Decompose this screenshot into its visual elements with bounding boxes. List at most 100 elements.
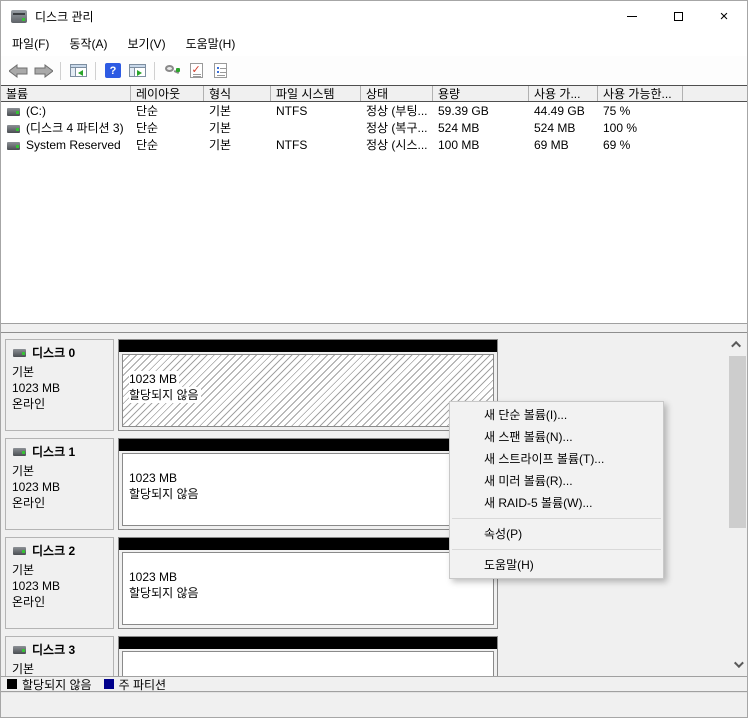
menu-item-new-spanned-volume[interactable]: 새 스팬 볼륨(N)... [450,426,663,448]
menu-item-new-simple-volume[interactable]: 새 단순 볼륨(I)... [450,404,663,426]
disk-management-window: 디스크 관리 × 파일(F) 동작(A) 보기(V) 도움말(H) ? ✓ 볼륨… [0,0,748,718]
disk-3-label-panel[interactable]: 디스크 3 기본 [5,636,114,676]
forward-button[interactable] [31,60,55,82]
column-layout[interactable]: 레이아웃 [131,86,204,101]
column-volume[interactable]: 볼륨 [1,86,131,101]
scrollbar-thumb[interactable] [729,356,746,528]
volume-name: System Reserved [26,138,121,152]
column-filesystem[interactable]: 파일 시스템 [271,86,361,101]
export-list-button[interactable] [208,60,232,82]
volume-status: 정상 (부팅... [366,104,428,118]
partition-size: 1023 MB [129,570,178,584]
menu-view[interactable]: 보기(V) [117,31,175,56]
column-percent-free[interactable]: 사용 가능한... [598,86,683,101]
menu-item-new-mirrored-volume[interactable]: 새 미러 볼륨(R)... [450,470,663,492]
disk-icon [13,546,26,555]
column-filler [683,86,747,101]
partition-size: 1023 MB [129,471,178,485]
menu-item-new-raid5-volume[interactable]: 새 RAID-5 볼륨(W)... [450,492,663,514]
back-button[interactable] [7,60,31,82]
menu-item-help[interactable]: 도움말(H) [450,554,663,576]
menu-item-new-striped-volume[interactable]: 새 스트라이프 볼륨(T)... [450,448,663,470]
toolbar-separator [154,61,155,80]
partition-body-selected[interactable]: 1023 MB 할당되지 않음 [122,354,494,427]
disk-size: 1023 MB [12,381,61,395]
partition-body[interactable]: 1023 MB 할당되지 않음 [122,453,494,526]
back-icon [9,63,28,78]
forward-icon [34,63,53,78]
list-document-icon [213,63,227,78]
toolbar-separator [95,61,96,80]
menu-item-properties[interactable]: 속성(P) [450,523,663,545]
volume-filesystem [271,120,361,137]
volume-name: (디스크 4 파티션 3) [26,121,124,135]
show-console-tree-button[interactable] [66,60,90,82]
partition-body[interactable]: 1023 MB 할당되지 않음 [122,552,494,625]
check-document-icon: ✓ [189,63,203,78]
disk-status: 온라인 [12,496,46,510]
context-menu: 새 단순 볼륨(I)... 새 스팬 볼륨(N)... 새 스트라이프 볼륨(T… [449,401,664,579]
disk-name: 디스크 0 [32,346,76,360]
help-button[interactable]: ? [101,60,125,82]
volume-name: (C:) [26,104,46,118]
properties-button[interactable]: ✓ [184,60,208,82]
menu-file[interactable]: 파일(F) [2,31,59,56]
partition-label: 할당되지 않음 [129,487,199,501]
disk-2-partition[interactable]: 1023 MB 할당되지 않음 [118,537,498,629]
disk-icon [13,447,26,456]
show-action-pane-button[interactable] [125,60,149,82]
scroll-up-button[interactable] [729,336,746,353]
volume-layout: 단순 [136,121,159,135]
unallocated-band [119,637,497,649]
partition-label: 할당되지 않음 [129,387,201,403]
disk-3-partition[interactable] [118,636,498,676]
disk-1-label-panel[interactable]: 디스크 1 기본 1023 MB 온라인 [5,438,114,530]
volume-free: 524 MB [534,121,576,135]
disk-1-partition[interactable]: 1023 MB 할당되지 않음 [118,438,498,530]
table-row[interactable]: System Reserved 단순 기본 NTFS 정상 (시스... 100… [1,137,747,154]
table-row[interactable]: (디스크 4 파티션 3) 단순 기본 정상 (복구... 524 MB 524… [1,120,747,137]
column-type[interactable]: 형식 [204,86,271,101]
statusbar [1,692,747,717]
disk-2-label-panel[interactable]: 디스크 2 기본 1023 MB 온라인 [5,537,114,629]
volume-filesystem: NTFS [276,104,308,118]
legend-bar: 할당되지 않음 주 파티션 [1,676,747,692]
disk-icon [13,348,26,357]
refresh-button[interactable] [160,60,184,82]
volume-type: 기본 [209,138,232,152]
disk-name: 디스크 1 [32,445,76,459]
close-button[interactable]: × [701,1,747,31]
volume-type: 기본 [209,104,232,118]
disk-0-label-panel[interactable]: 디스크 0 기본 1023 MB 온라인 [5,339,114,431]
caption-buttons: × [609,1,747,31]
menubar: 파일(F) 동작(A) 보기(V) 도움말(H) [1,31,747,56]
disk-type: 기본 [12,563,35,577]
magnifier-icon [163,63,181,79]
menu-separator [452,549,661,550]
menu-action[interactable]: 동작(A) [59,31,117,56]
disk-0-partition[interactable]: 1023 MB 할당되지 않음 [118,339,498,431]
volume-filesystem: NTFS [276,138,308,152]
column-status[interactable]: 상태 [361,86,433,101]
scroll-down-button[interactable] [729,656,746,673]
partition-label: 할당되지 않음 [129,586,199,600]
volume-capacity: 59.39 GB [438,104,489,118]
disk-size: 1023 MB [12,579,61,593]
menu-help[interactable]: 도움말(H) [176,31,246,56]
column-capacity[interactable]: 용량 [433,86,529,101]
table-row[interactable]: (C:) 단순 기본 NTFS 정상 (부팅... 59.39 GB 44.49… [1,103,747,120]
maximize-button[interactable] [655,1,701,31]
unallocated-band [119,538,497,550]
pane-splitter[interactable] [1,323,747,333]
partition-body[interactable] [122,651,494,676]
vertical-scrollbar[interactable] [729,336,746,673]
column-free-space[interactable]: 사용 가... [529,86,598,101]
window-title: 디스크 관리 [35,9,94,24]
volume-percent-free: 75 % [603,104,631,118]
disk-status: 온라인 [12,595,46,609]
minimize-button[interactable] [609,1,655,31]
disk-status: 온라인 [12,397,46,411]
toolbar: ? ✓ [1,56,747,86]
volume-icon [7,141,20,150]
volume-percent-free: 100 % [603,121,638,135]
